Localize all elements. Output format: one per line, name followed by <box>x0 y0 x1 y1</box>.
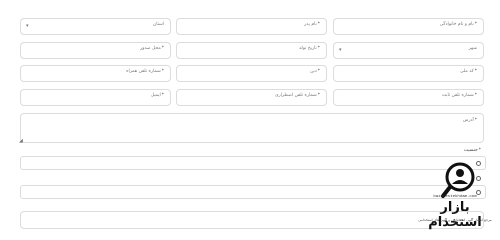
address-label: آدرس <box>462 118 474 123</box>
logo-name: بازار استخدام <box>428 200 482 230</box>
father-name-label: نام پدر <box>304 22 317 27</box>
issue-place-label: محل صدور <box>140 46 161 51</box>
province-select[interactable]: استان ▾ <box>20 18 171 35</box>
gender-label: *جنسیت <box>463 148 481 153</box>
email-label: ایمیل <box>150 93 161 98</box>
email-field[interactable]: *ایمیل <box>20 89 171 106</box>
mobile-label: شماره تلفن همراه <box>126 69 161 74</box>
address-textarea[interactable]: *آدرس ◢ <box>19 113 484 144</box>
father-name-field[interactable]: *نام پدر <box>176 18 327 35</box>
logo-url: bazarestekhdam.com <box>433 195 477 199</box>
emergency-phone-label: شماره تلفن اضطراری <box>274 93 317 98</box>
issue-place-field[interactable]: *محل صدور <box>20 42 171 59</box>
full-name-field[interactable]: *نام و نام خانوادگی <box>333 18 484 35</box>
chevron-down-icon: ▾ <box>26 23 29 29</box>
emergency-phone-field[interactable]: *شماره تلفن اضطراری <box>176 89 327 106</box>
birth-date-field[interactable]: *تاریخ تولد <box>176 42 327 59</box>
bazarestekhdam-logo: bazarestekhdam.com بازار استخدام مرجع ان… <box>412 160 498 230</box>
religion-field[interactable]: *دین <box>176 65 327 82</box>
magnifier-person-icon <box>441 162 475 198</box>
chevron-down-icon: ▾ <box>339 47 342 53</box>
national-code-field[interactable]: *کد ملی <box>333 65 484 82</box>
religion-label: دین <box>310 69 317 74</box>
national-code-label: کد ملی <box>460 69 474 74</box>
landline-field[interactable]: *شماره تلفن ثابت <box>333 89 484 106</box>
city-select[interactable]: شهر ▾ <box>333 42 484 59</box>
full-name-label: نام و نام خانوادگی <box>439 22 474 27</box>
birth-date-label: تاریخ تولد <box>299 46 317 51</box>
resize-handle-icon[interactable]: ◢ <box>19 139 23 144</box>
province-label: استان <box>152 22 164 27</box>
mobile-field[interactable]: *شماره تلفن همراه <box>20 65 171 82</box>
landline-label: شماره تلفن ثابت <box>441 93 474 98</box>
logo-subtitle: مرجع انتشار آگهی استخدامی و آگهی های است… <box>418 218 492 222</box>
city-label: شهر <box>468 46 477 51</box>
